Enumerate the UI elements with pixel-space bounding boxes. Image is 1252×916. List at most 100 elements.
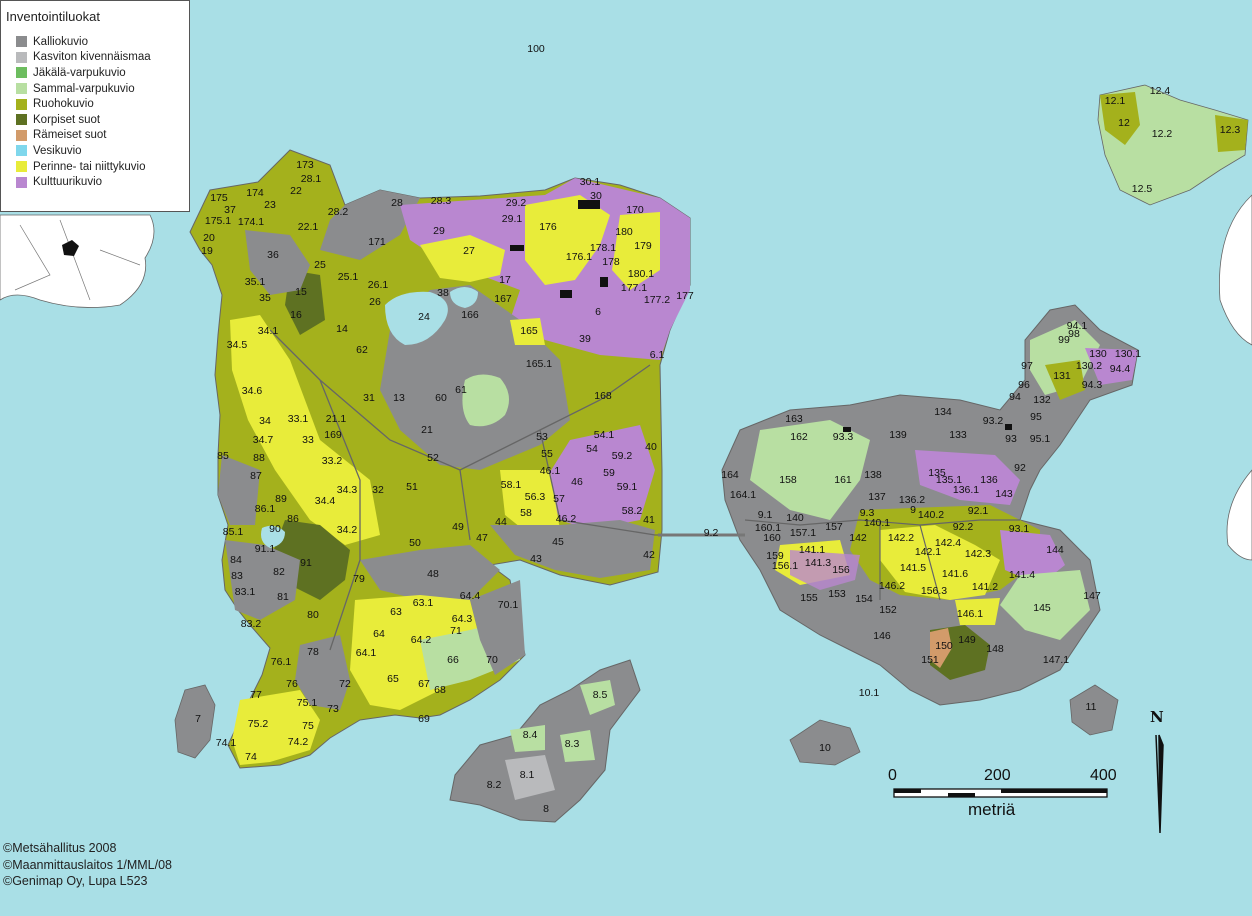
stand-label: 166 — [461, 309, 479, 321]
legend-swatch — [16, 161, 27, 173]
stand-label: 77 — [250, 689, 262, 701]
stand-label: 42 — [643, 549, 655, 561]
stand-label: 89 — [275, 493, 287, 505]
stand-label: 6 — [595, 306, 601, 318]
stand-label: 45 — [552, 536, 564, 548]
stand-label: 66 — [447, 654, 459, 666]
legend-label: Kulttuurikuvio — [33, 176, 103, 189]
stand-label: 34.3 — [337, 484, 358, 496]
stand-label: 35.1 — [245, 276, 266, 288]
stand-label: 24 — [418, 311, 430, 323]
stand-label: 10 — [819, 742, 831, 754]
stand-label: 12.4 — [1150, 85, 1171, 97]
stand-label: 165 — [520, 325, 538, 337]
stand-label: 157.1 — [790, 527, 816, 539]
stand-label: 74.1 — [216, 737, 237, 749]
legend-swatch — [16, 36, 27, 48]
stand-label: 167 — [494, 293, 512, 305]
stand-label: 85 — [217, 450, 229, 462]
stand-label: 28.2 — [328, 206, 349, 218]
stand-label: 9.1 — [758, 509, 773, 521]
stand-label: 17 — [499, 274, 511, 286]
stand-label: 8.1 — [520, 769, 535, 781]
stand-label: 158 — [779, 474, 797, 486]
legend-label: Sammal-varpukuvio — [33, 82, 135, 95]
stand-label: 29.2 — [506, 197, 527, 209]
building — [1005, 424, 1012, 430]
legend-swatch — [16, 83, 27, 95]
stand-label: 73 — [327, 703, 339, 715]
stand-label: 34.2 — [337, 524, 358, 536]
stand-label: 93.3 — [833, 431, 854, 443]
stand-label: 156.1 — [772, 560, 798, 572]
stand-label: 144 — [1046, 544, 1064, 556]
stand-label: 138 — [864, 469, 882, 481]
stand-label: 97 — [1021, 360, 1033, 372]
stand-label: 148 — [986, 643, 1004, 655]
stand-label: 91.1 — [255, 543, 276, 555]
legend-label: Jäkälä-varpukuvio — [33, 66, 126, 79]
stand-label: 63.1 — [413, 597, 434, 609]
stand-label: 10.1 — [859, 687, 880, 699]
stand-label: 59.2 — [612, 450, 633, 462]
stand-label: 25.1 — [338, 271, 359, 283]
north-arrow-icon — [1155, 734, 1164, 834]
stand-label: 8 — [543, 803, 549, 815]
stand-label: 54 — [586, 443, 598, 455]
stand-label: 83.2 — [241, 618, 262, 630]
stand-label: 71 — [450, 625, 462, 637]
credit-line: ©Genimap Oy, Lupa L523 — [3, 874, 148, 888]
stand-label: 9 — [910, 504, 916, 516]
legend-swatch — [16, 176, 27, 188]
stand-label: 75.1 — [297, 697, 318, 709]
stand-label: 26.1 — [368, 279, 389, 291]
stand-label: 21.1 — [326, 413, 347, 425]
stand-label: 130.1 — [1115, 348, 1141, 360]
stand-label: 147.1 — [1043, 654, 1069, 666]
stand-label: 136 — [980, 474, 998, 486]
stand-label: 28.1 — [301, 173, 322, 185]
stand-label: 153 — [828, 588, 846, 600]
stand-label: 178 — [602, 256, 620, 268]
stand-label: 160 — [763, 532, 781, 544]
stand-label: 30 — [590, 190, 602, 202]
stand-label: 94.4 — [1110, 363, 1131, 375]
stand-label: 145 — [1033, 602, 1051, 614]
legend-swatch — [16, 145, 27, 157]
stand-label: 163 — [785, 413, 803, 425]
stand-label: 12.5 — [1132, 183, 1153, 195]
stand-label: 64 — [373, 628, 385, 640]
stand-label: 147 — [1083, 590, 1101, 602]
legend-item: Kalliokuvio — [6, 34, 189, 50]
credits: ©Metsähallitus 2008 ©Maanmittauslaitos 1… — [3, 840, 172, 890]
stand-label: 40 — [645, 441, 657, 453]
stand-label: 92 — [1014, 462, 1026, 474]
stand-label: 79 — [353, 573, 365, 585]
stand-label: 142.2 — [888, 532, 914, 544]
credit-line: ©Metsähallitus 2008 — [3, 841, 117, 855]
stand-label: 140.2 — [918, 509, 944, 521]
stand-label: 54.1 — [594, 429, 615, 441]
building — [560, 290, 572, 298]
scale-label-200: 200 — [984, 767, 1011, 784]
stand-label: 16 — [290, 309, 302, 321]
stand-label: 30.1 — [580, 176, 601, 188]
stand-label: 141.1 — [799, 544, 825, 556]
stand-label: 142.1 — [915, 546, 941, 558]
stand-label: 162 — [790, 431, 808, 443]
stand-label: 91 — [300, 557, 312, 569]
stand-label: 12 — [1118, 117, 1130, 129]
stand-label: 8.4 — [523, 729, 538, 741]
stand-label: 174 — [246, 187, 264, 199]
stand-label: 95 — [1030, 411, 1042, 423]
stand-label: 52 — [427, 452, 439, 464]
stand-label: 53 — [536, 431, 548, 443]
stand-label: 86 — [287, 513, 299, 525]
stand-label: 150 — [935, 640, 953, 652]
legend-swatch — [16, 51, 27, 63]
legend-label: Ruohokuvio — [33, 98, 94, 111]
stand-label: 33 — [302, 434, 314, 446]
stand-label: 46 — [571, 476, 583, 488]
stand-label: 23 — [264, 199, 276, 211]
stand-label: 36 — [267, 249, 279, 261]
